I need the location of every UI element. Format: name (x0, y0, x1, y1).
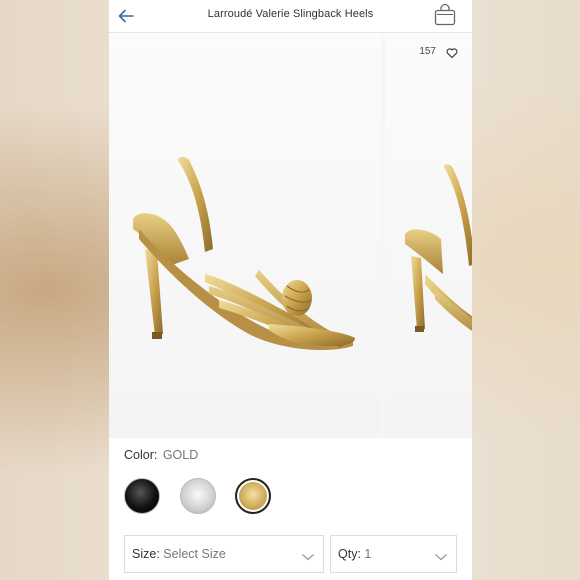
qty-value: 1 (364, 547, 372, 561)
color-swatch-silver[interactable] (180, 478, 216, 514)
size-value: Select Size (163, 547, 226, 561)
chevron-down-icon (434, 549, 448, 561)
shopping-bag-icon[interactable] (433, 3, 457, 27)
like-count: 157 (419, 46, 436, 57)
color-swatch-black[interactable] (124, 478, 160, 514)
quantity-select[interactable]: Qty: 1 (330, 535, 457, 573)
color-value: GOLD (162, 448, 199, 462)
product-image-next[interactable] (385, 34, 472, 438)
size-label: Size: (132, 547, 160, 561)
qty-label: Qty: (338, 547, 361, 561)
heart-icon[interactable] (446, 46, 458, 59)
app-screen: Larroudé Valerie Slingback Heels 157 Col… (109, 0, 472, 580)
chevron-down-icon (301, 549, 315, 561)
back-arrow-icon[interactable] (116, 6, 136, 26)
page-title: Larroudé Valerie Slingback Heels (207, 8, 374, 20)
product-image-carousel[interactable]: 157 (109, 34, 472, 438)
color-label: Color: (124, 448, 158, 462)
gold-heel-preview-illustration (405, 164, 472, 332)
qty-select-label: Qty: 1 (338, 547, 371, 561)
color-swatch-gold[interactable] (235, 478, 271, 514)
color-selection-label: Color: GOLD (124, 448, 198, 462)
size-select[interactable]: Size: Select Size (124, 535, 324, 573)
gold-slingback-heel-illustration (133, 156, 355, 350)
top-bar: Larroudé Valerie Slingback Heels (109, 0, 472, 33)
size-select-label: Size: Select Size (132, 547, 226, 561)
product-image-main[interactable] (109, 34, 381, 438)
